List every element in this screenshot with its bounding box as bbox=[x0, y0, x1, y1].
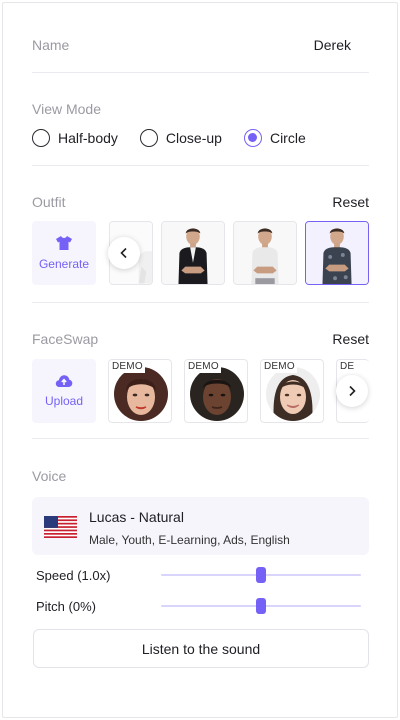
us-flag-icon bbox=[44, 516, 77, 538]
radio-label: Circle bbox=[269, 130, 306, 146]
pitch-label: Pitch (0%) bbox=[36, 598, 96, 614]
chevron-right-icon bbox=[349, 385, 356, 397]
speed-slider-row: Speed (1.0x) bbox=[36, 565, 361, 585]
faceswap-carousel: Upload DEMO DEMO DEMO DE bbox=[32, 359, 369, 423]
outfit-label: Outfit bbox=[32, 194, 66, 210]
name-label: Name bbox=[32, 37, 70, 53]
demo-badge: DEMO bbox=[262, 361, 297, 373]
pitch-slider[interactable] bbox=[161, 598, 361, 614]
voice-name: Lucas - Natural bbox=[89, 509, 184, 525]
view-mode-section: View Mode Half-body Close-up Circle bbox=[32, 101, 369, 147]
divider bbox=[32, 165, 369, 166]
radio-label: Close-up bbox=[165, 130, 222, 146]
outfit-prev-button[interactable] bbox=[108, 237, 140, 269]
speed-label: Speed (1.0x) bbox=[36, 567, 111, 583]
shirt-icon bbox=[56, 236, 72, 250]
voice-tags: Male, Youth, E-Learning, Ads, English bbox=[89, 533, 290, 547]
outfit-thumbnail bbox=[162, 222, 224, 284]
outfit-option-selected[interactable] bbox=[305, 221, 369, 285]
demo-badge: DEMO bbox=[110, 361, 145, 373]
faceswap-reset-button[interactable]: Reset bbox=[332, 331, 369, 347]
view-mode-radio-group: Half-body Close-up Circle bbox=[32, 129, 369, 147]
name-row: Name Derek bbox=[32, 36, 369, 54]
cloud-upload-icon bbox=[55, 375, 73, 387]
chevron-left-icon bbox=[120, 247, 127, 259]
name-value[interactable]: Derek bbox=[314, 37, 351, 53]
radio-close-up[interactable]: Close-up bbox=[139, 129, 222, 147]
divider bbox=[32, 72, 369, 73]
speed-slider[interactable] bbox=[161, 567, 361, 583]
listen-button[interactable]: Listen to the sound bbox=[33, 629, 369, 668]
face-thumbnail bbox=[114, 367, 168, 421]
face-option[interactable]: DEMO bbox=[260, 359, 324, 423]
speed-slider-thumb[interactable] bbox=[256, 567, 266, 583]
voice-selector[interactable]: Lucas - Natural Male, Youth, E-Learning,… bbox=[32, 497, 369, 555]
radio-label: Half-body bbox=[58, 130, 118, 146]
face-thumbnail bbox=[190, 367, 244, 421]
upload-face-button[interactable]: Upload bbox=[32, 359, 96, 423]
view-mode-label: View Mode bbox=[32, 101, 102, 117]
divider bbox=[32, 302, 369, 303]
radio-indicator bbox=[139, 129, 158, 147]
divider bbox=[32, 438, 369, 439]
radio-circle[interactable]: Circle bbox=[243, 129, 306, 147]
radio-half-body[interactable]: Half-body bbox=[32, 129, 118, 147]
radio-indicator-selected bbox=[243, 129, 262, 147]
faceswap-label: FaceSwap bbox=[32, 331, 99, 347]
face-option[interactable]: DEMO bbox=[108, 359, 172, 423]
generate-label: Generate bbox=[38, 257, 90, 271]
face-thumbnail bbox=[266, 367, 320, 421]
outfit-thumbnail bbox=[234, 222, 296, 284]
upload-label: Upload bbox=[44, 394, 84, 408]
pitch-slider-row: Pitch (0%) bbox=[36, 596, 361, 616]
outfit-carousel: Generate bbox=[32, 221, 369, 285]
generate-outfit-button[interactable]: Generate bbox=[32, 221, 96, 285]
outfit-reset-button[interactable]: Reset bbox=[332, 194, 369, 210]
demo-badge: DE bbox=[338, 361, 357, 373]
faceswap-section: FaceSwap Reset Upload DEMO DEMO DEMO DE bbox=[32, 331, 369, 423]
voice-label: Voice bbox=[32, 468, 67, 484]
voice-section: Voice bbox=[32, 468, 369, 486]
outfit-section: Outfit Reset Generate bbox=[32, 194, 369, 285]
outfit-thumbnail bbox=[306, 222, 368, 284]
outfit-option[interactable] bbox=[233, 221, 297, 285]
outfit-option[interactable] bbox=[161, 221, 225, 285]
demo-badge: DEMO bbox=[186, 361, 221, 373]
radio-indicator bbox=[32, 129, 50, 147]
face-option[interactable]: DEMO bbox=[184, 359, 248, 423]
pitch-slider-thumb[interactable] bbox=[256, 598, 266, 614]
faceswap-next-button[interactable] bbox=[336, 375, 368, 407]
